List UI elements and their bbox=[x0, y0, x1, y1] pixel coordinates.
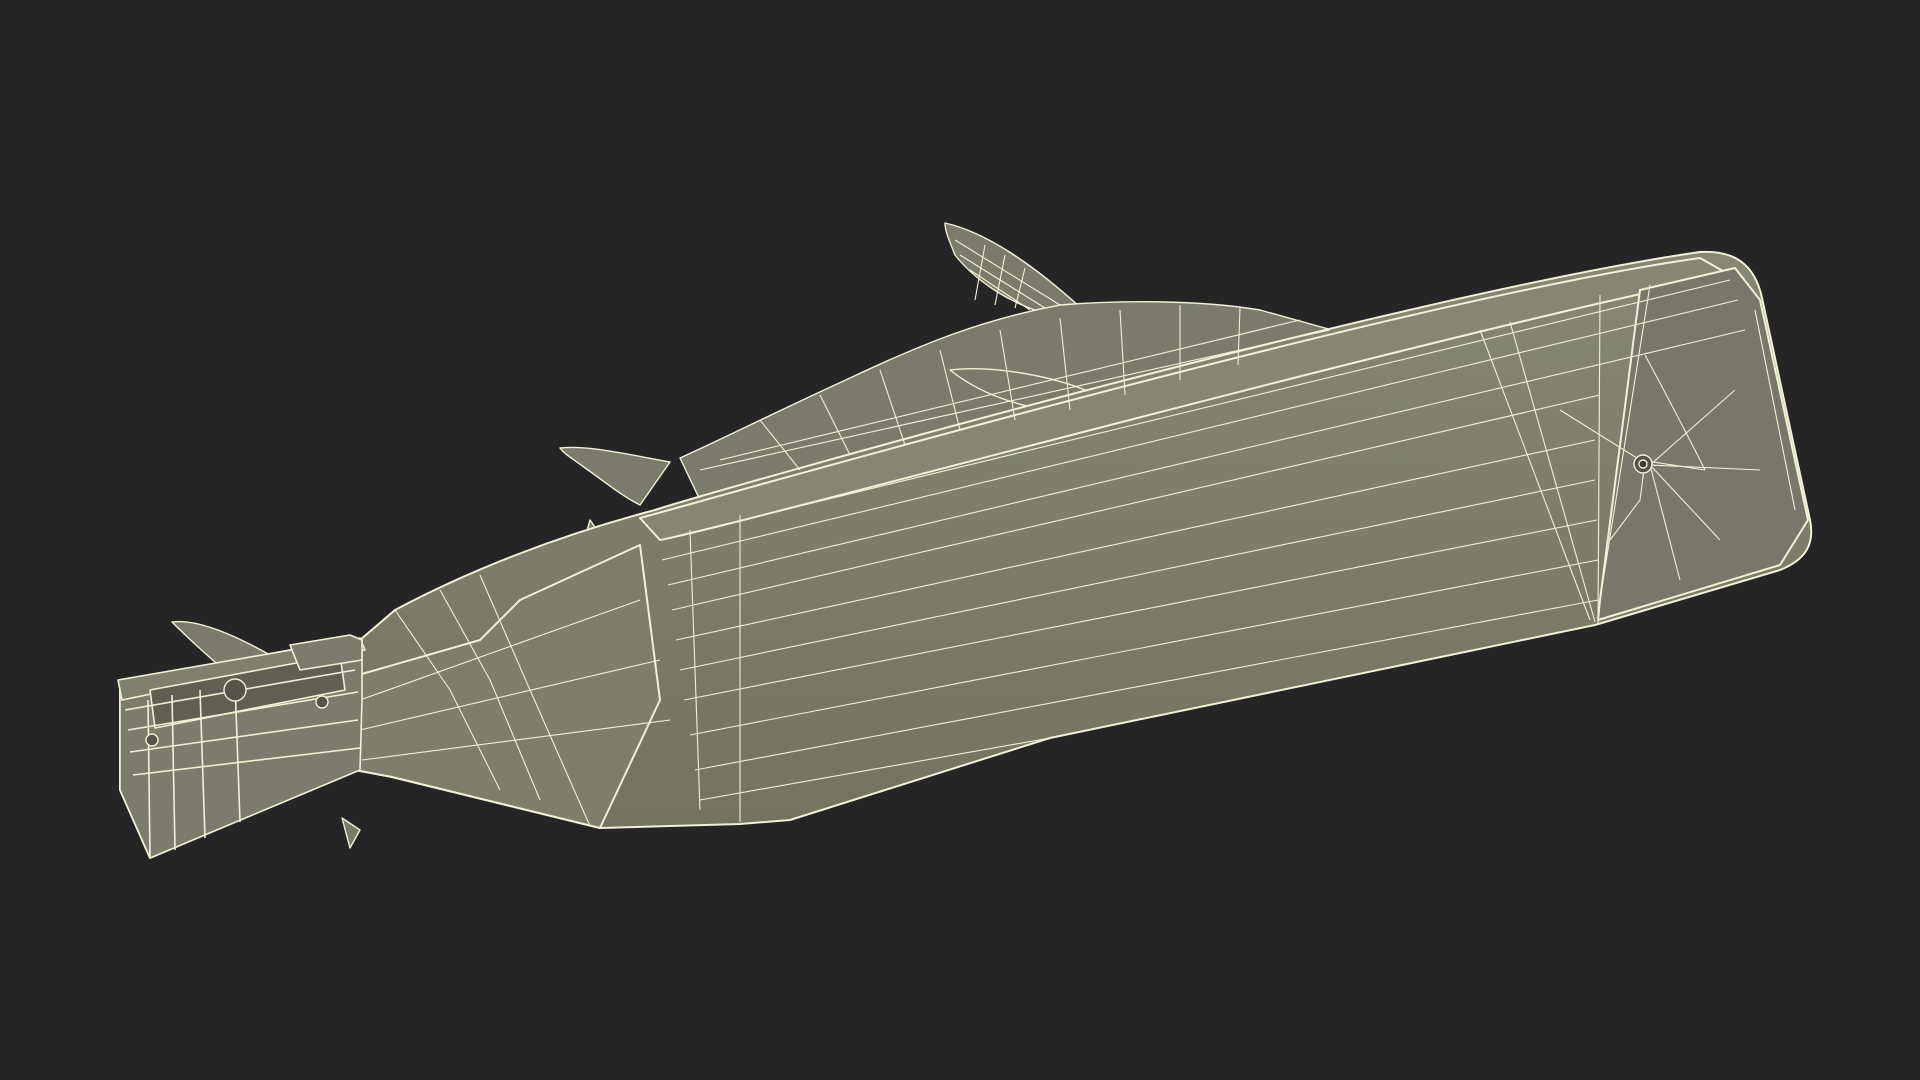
second-dorsal-fin bbox=[559, 446, 671, 506]
screw-icon bbox=[315, 695, 329, 709]
clip-end bbox=[117, 634, 366, 859]
screw-icon bbox=[145, 733, 159, 747]
render-viewport bbox=[0, 0, 1920, 1080]
bottom-fin bbox=[341, 817, 361, 849]
gear-icon bbox=[223, 678, 247, 702]
wireframe-model bbox=[117, 222, 1813, 859]
